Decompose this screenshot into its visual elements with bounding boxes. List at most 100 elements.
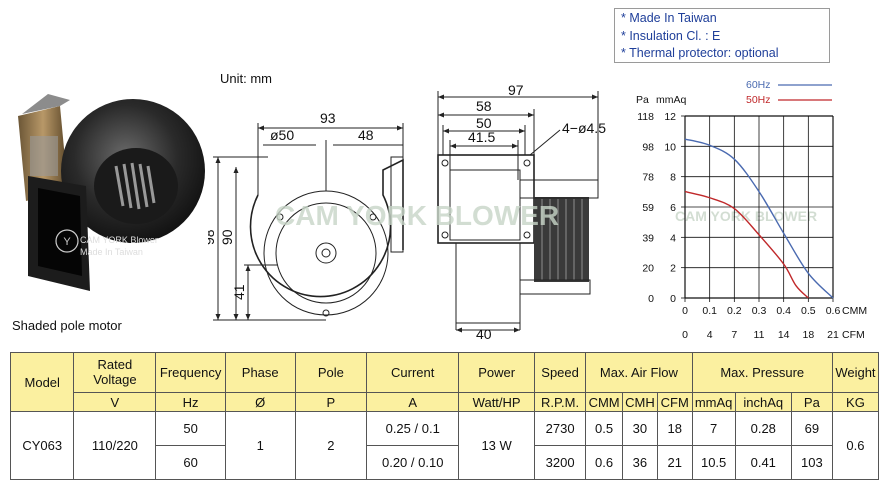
cell-speed: 3200 bbox=[533, 445, 587, 480]
dim-height: 98 bbox=[208, 229, 217, 245]
header-pole: Pole bbox=[294, 352, 368, 393]
chart-y-tick-pa: 118 bbox=[637, 111, 654, 123]
unit-pa: Pa bbox=[790, 391, 833, 413]
header-max-pressure: Max. Pressure bbox=[691, 352, 833, 393]
cell-speed: 2730 bbox=[533, 411, 587, 447]
header-max-air-flow: Max. Air Flow bbox=[585, 352, 693, 393]
watermark-text-left: CAM YORK BLOWER bbox=[275, 200, 559, 231]
unit-cfm: CFM bbox=[656, 391, 693, 413]
unit-weight: KG bbox=[831, 391, 880, 413]
chart-y-unit-mmaq: mmAq bbox=[656, 94, 686, 106]
cell-mmaq: 7 bbox=[691, 411, 736, 447]
chart-x-tick-cfm: 0 bbox=[682, 329, 688, 341]
chart-y-tick-mmaq: 8 bbox=[670, 172, 676, 184]
chart-y-tick-pa: 98 bbox=[642, 141, 654, 153]
header-current: Current bbox=[366, 352, 460, 393]
dim-width: 93 bbox=[320, 110, 336, 126]
dim-holes: 4−ø4.5 bbox=[562, 120, 606, 136]
unit-phase: Ø bbox=[224, 391, 296, 413]
unit-speed: R.P.M. bbox=[533, 391, 587, 413]
cell-cmm: 0.5 bbox=[585, 411, 624, 447]
legend-60hz-label: 60Hz bbox=[746, 79, 771, 91]
header-frequency: Frequency bbox=[155, 352, 226, 393]
photo-origin-text: Made In Taiwan bbox=[80, 247, 143, 257]
dim-offset: 48 bbox=[358, 127, 374, 143]
chart-y-tick-pa: 78 bbox=[642, 172, 654, 184]
chart-x-tick-cmm: 0.6 bbox=[826, 305, 841, 317]
header-phase: Phase bbox=[224, 352, 296, 393]
chart-x-tick-cmm: 0.2 bbox=[727, 305, 742, 317]
chart-y-tick-mmaq: 12 bbox=[664, 111, 676, 123]
cell-cmh: 30 bbox=[622, 411, 658, 447]
chart-x-tick-cfm: 21 bbox=[827, 329, 839, 341]
dim-41-5: 41.5 bbox=[468, 129, 495, 145]
cell-voltage: 110/220 bbox=[73, 411, 157, 480]
spec-table: Model Rated Voltage Frequency Phase Pole… bbox=[9, 351, 880, 480]
chart-x-tick-cfm: 18 bbox=[802, 329, 814, 341]
chart-x-tick-cfm: 11 bbox=[754, 329, 765, 341]
cell-cfm: 18 bbox=[656, 411, 693, 447]
cell-cmm: 0.6 bbox=[585, 445, 624, 480]
legend-50hz-label: 50Hz bbox=[746, 94, 771, 106]
cell-frequency: 50 bbox=[155, 411, 226, 447]
chart-x-tick-cmm: 0.1 bbox=[702, 305, 717, 317]
note-insulation: * Insulation Cl. : E bbox=[621, 28, 721, 43]
unit-voltage: V bbox=[73, 391, 157, 413]
performance-chart: 118987859392001210864200 0.1 0.2 0.3 0.4 0.5 0… bbox=[636, 79, 867, 341]
dim-outlet: 41 bbox=[231, 284, 247, 300]
cell-cmh: 36 bbox=[622, 445, 658, 480]
unit-cmm: CMM bbox=[585, 391, 624, 413]
chart-y-tick-mmaq: 6 bbox=[670, 202, 676, 214]
chart-y-unit-pa: Pa bbox=[636, 94, 649, 106]
chart-x-tick-cmm: 0.4 bbox=[776, 305, 791, 317]
chart-y-tick-mmaq: 2 bbox=[670, 263, 676, 275]
blower-photo: Y CAM YORK Blower Made In Taiwan bbox=[18, 94, 205, 291]
photo-brand-text: CAM YORK Blower bbox=[80, 235, 158, 245]
header-model: Model bbox=[9, 351, 75, 413]
chart-x-tick-cmm: 0 bbox=[682, 305, 688, 317]
cell-mmaq: 10.5 bbox=[691, 445, 736, 480]
chart-x-unit-cmm: CMM bbox=[842, 305, 867, 317]
chart-y-tick-pa: 20 bbox=[642, 263, 654, 275]
chart-x-tick-cfm: 4 bbox=[707, 329, 713, 341]
unit-pole: P bbox=[294, 391, 368, 413]
unit-cmh: CMH bbox=[622, 391, 658, 413]
cell-model: CY063 bbox=[9, 411, 75, 480]
chart-y-tick-mmaq: 0 bbox=[670, 293, 676, 305]
header-weight: Weight bbox=[831, 352, 880, 393]
chart-x-tick-cfm: 7 bbox=[731, 329, 737, 341]
chart-y-tick-mmaq: 10 bbox=[664, 141, 676, 153]
unit-mmaq: mmAq bbox=[691, 391, 736, 413]
unit-label: Unit: mm bbox=[220, 71, 272, 86]
unit-inchaq: inchAq bbox=[734, 391, 792, 413]
unit-frequency: Hz bbox=[155, 391, 226, 413]
cell-current: 0.20 / 0.10 bbox=[366, 445, 460, 480]
dim-total: 97 bbox=[508, 85, 524, 98]
header-rated-voltage: Rated Voltage bbox=[73, 352, 157, 393]
unit-current: A bbox=[366, 391, 460, 413]
dim-40: 40 bbox=[476, 326, 492, 342]
note-made-in: * Made In Taiwan bbox=[621, 11, 717, 25]
header-speed: Speed bbox=[533, 352, 587, 393]
cell-cfm: 21 bbox=[656, 445, 693, 480]
cell-inchaq: 0.28 bbox=[734, 411, 792, 447]
svg-text:Y: Y bbox=[63, 236, 71, 248]
cell-frequency: 60 bbox=[155, 445, 226, 480]
note-thermal: * Thermal protector: optional bbox=[621, 46, 779, 60]
unit-power: Watt/HP bbox=[458, 391, 535, 413]
chart-y-tick-mmaq: 4 bbox=[670, 232, 676, 244]
table-header-row: Model Rated Voltage Frequency Phase Pole… bbox=[9, 351, 880, 413]
chart-y-tick-pa: 0 bbox=[648, 293, 654, 305]
motor-caption: Shaded pole motor bbox=[12, 318, 122, 333]
chart-x-tick-cmm: 0.3 bbox=[752, 305, 767, 317]
cell-phase: 1 bbox=[224, 411, 296, 480]
cell-power: 13 W bbox=[458, 411, 535, 480]
dim-height-inner: 90 bbox=[219, 229, 235, 245]
header-power: Power bbox=[458, 352, 535, 393]
chart-y-tick-pa: 59 bbox=[642, 202, 654, 214]
chart-x-tick-cmm: 0.5 bbox=[801, 305, 816, 317]
chart-y-tick-pa: 39 bbox=[642, 232, 654, 244]
dim-diameter: ø50 bbox=[270, 127, 294, 143]
cell-inchaq: 0.41 bbox=[734, 445, 792, 480]
cell-weight: 0.6 bbox=[831, 411, 880, 480]
